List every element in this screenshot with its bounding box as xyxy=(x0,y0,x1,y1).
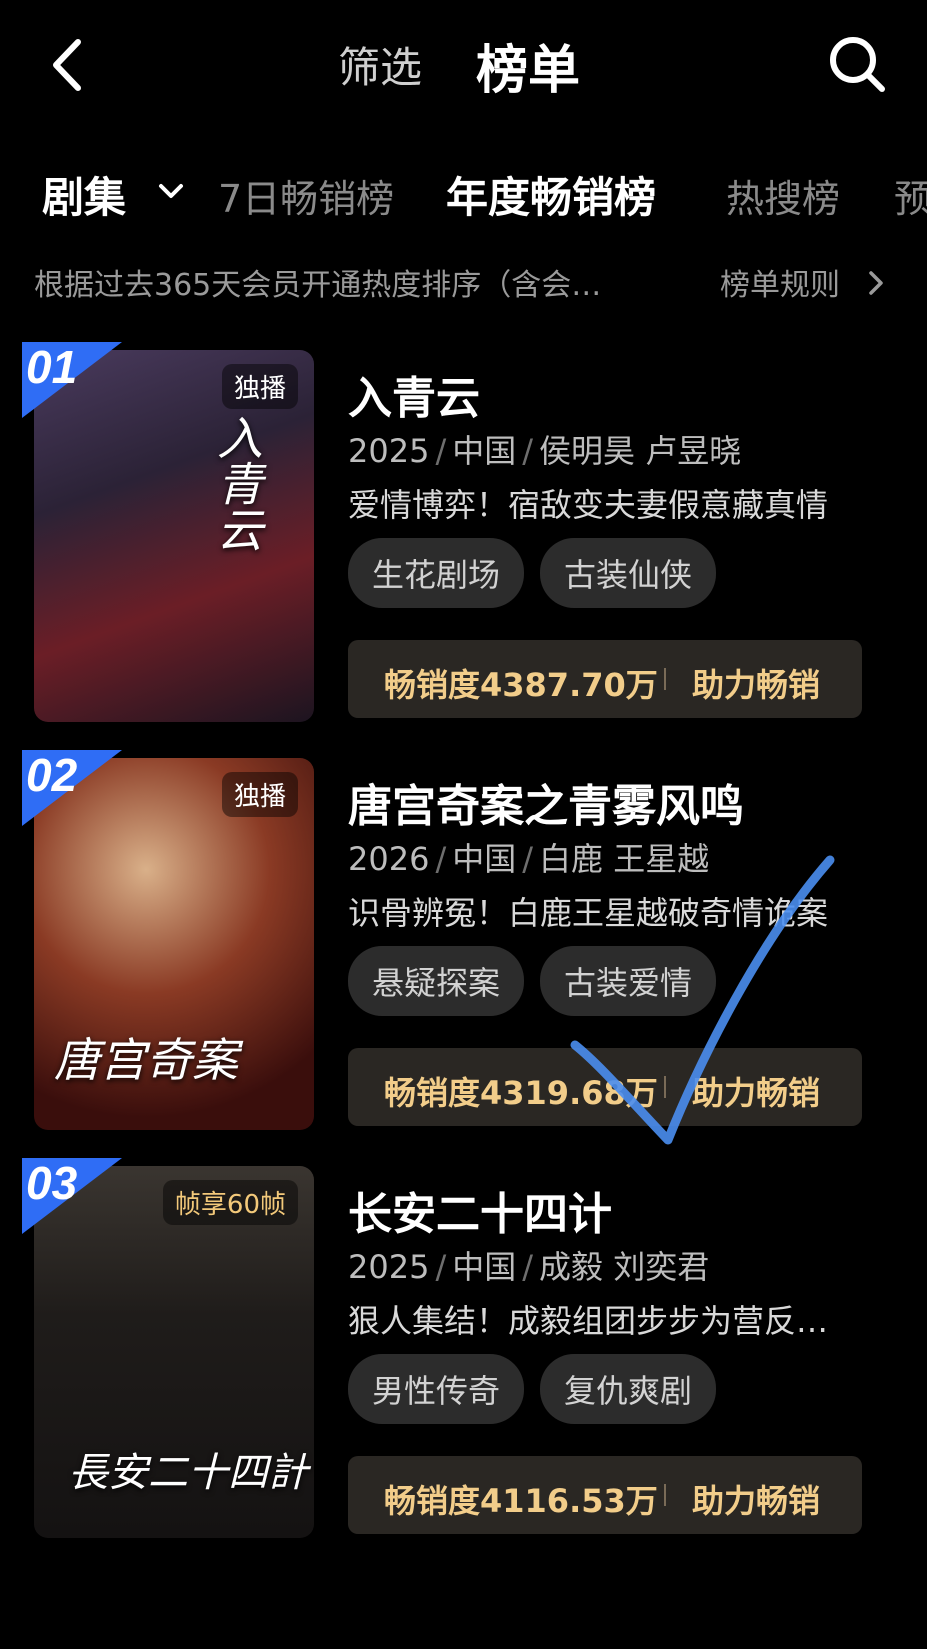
item-cast: 白鹿 王星越 xyxy=(539,840,710,878)
search-icon[interactable] xyxy=(822,30,892,100)
rank-number: 01 xyxy=(26,341,78,393)
item-title[interactable]: 唐宫奇案之青雾风鸣 xyxy=(348,770,744,834)
sales-bar: 畅销度4387.70万 助力畅销 xyxy=(348,640,862,718)
poster-title-art: 入青云 xyxy=(210,414,264,552)
divider xyxy=(664,1484,666,1506)
item-meta: 2026/中国 / 白鹿 王星越 xyxy=(348,840,710,878)
exclusive-badge: 独播 xyxy=(221,364,298,409)
sales-value: 畅销度4116.53万 xyxy=(384,1482,658,1520)
item-year: 2026 xyxy=(348,840,430,878)
list-item[interactable]: 帧享60帧 長安二十四計 03 长安二十四计 2025/中国 / 成毅 刘奕君 狠人… xyxy=(0,1157,927,1546)
sales-bar: 畅销度4116.53万 助力畅销 xyxy=(348,1456,862,1534)
tab-annual[interactable]: 年度畅销榜 xyxy=(446,164,656,225)
tab-7day[interactable]: 7日畅销榜 xyxy=(218,168,394,223)
item-region: 中国 xyxy=(452,1248,517,1286)
exclusive-badge: 独播 xyxy=(221,772,298,817)
tag-chip[interactable]: 古装爱情 xyxy=(540,946,717,1016)
item-year: 2025 xyxy=(348,1248,430,1286)
item-meta: 2025/中国 / 侯明昊 卢昱晓 xyxy=(348,432,742,470)
fps-badge: 帧享60帧 xyxy=(162,1180,298,1225)
top-bar: 筛选 榜单 xyxy=(0,0,927,130)
item-tagline: 狠人集结！成毅组团步步为营反… xyxy=(348,1302,829,1340)
rank-number: 03 xyxy=(26,1157,78,1209)
boost-sales-button[interactable]: 助力畅销 xyxy=(692,660,820,706)
chevron-right-icon[interactable] xyxy=(866,268,886,298)
item-tagline: 爱情博弈！宿敌变夫妻假意藏真情 xyxy=(348,486,829,524)
item-title[interactable]: 长安二十四计 xyxy=(348,1178,612,1242)
chevron-down-icon[interactable] xyxy=(156,176,186,206)
item-cast: 侯明昊 卢昱晓 xyxy=(539,432,742,470)
chevron-left-icon[interactable] xyxy=(38,30,98,100)
item-region: 中国 xyxy=(452,840,517,878)
divider xyxy=(664,1076,666,1098)
item-tagline: 识骨辨冤！白鹿王星越破奇情诡案 xyxy=(348,894,829,932)
category-select[interactable]: 剧集 xyxy=(42,164,126,225)
item-title[interactable]: 入青云 xyxy=(348,362,480,426)
item-year: 2025 xyxy=(348,432,430,470)
tag-chip[interactable]: 悬疑探案 xyxy=(348,946,525,1016)
description-row: 根据过去365天会员开通热度排序（含会… 榜单规则 xyxy=(0,258,927,308)
rank-number: 02 xyxy=(26,749,78,801)
sales-value: 畅销度4319.68万 xyxy=(384,1074,658,1112)
tab-filter[interactable]: 筛选 xyxy=(338,34,422,95)
tag-chip[interactable]: 复仇爽剧 xyxy=(540,1354,717,1424)
tag-chip[interactable]: 古装仙侠 xyxy=(540,538,717,608)
ranking-description: 根据过去365天会员开通热度排序（含会… xyxy=(34,268,602,303)
tag-list: 男性传奇 复仇爽剧 xyxy=(348,1354,732,1424)
item-cast: 成毅 刘奕君 xyxy=(539,1248,710,1286)
category-bar: 剧集 7日畅销榜 年度畅销榜 热搜榜 预 xyxy=(0,150,927,230)
poster-title-art: 唐宫奇案 xyxy=(54,1033,238,1087)
rules-link[interactable]: 榜单规则 xyxy=(720,260,840,304)
tab-hot-search[interactable]: 热搜榜 xyxy=(726,168,840,223)
tag-chip[interactable]: 男性传奇 xyxy=(348,1354,525,1424)
tab-rank[interactable]: 榜单 xyxy=(476,28,580,103)
boost-sales-button[interactable]: 助力畅销 xyxy=(692,1068,820,1114)
item-region: 中国 xyxy=(452,432,517,470)
list-item[interactable]: 独播 入青云 01 入青云 2025/中国 / 侯明昊 卢昱晓 爱情博弈！宿敌变夫妻… xyxy=(0,341,927,730)
boost-sales-button[interactable]: 助力畅销 xyxy=(692,1476,820,1522)
sales-value: 畅销度4387.70万 xyxy=(384,666,658,704)
tag-list: 悬疑探案 古装爱情 xyxy=(348,946,732,1016)
poster-title-art: 長安二十四計 xyxy=(68,1450,308,1496)
divider xyxy=(664,668,666,690)
list-item[interactable]: 独播 唐宫奇案 02 唐宫奇案之青雾风鸣 2026/中国 / 白鹿 王星越 识骨辨冤… xyxy=(0,749,927,1138)
sales-bar: 畅销度4319.68万 助力畅销 xyxy=(348,1048,862,1126)
tag-list: 生花剧场 古装仙侠 xyxy=(348,538,732,608)
tab-more[interactable]: 预 xyxy=(894,168,927,223)
tag-chip[interactable]: 生花剧场 xyxy=(348,538,525,608)
item-meta: 2025/中国 / 成毅 刘奕君 xyxy=(348,1248,710,1286)
